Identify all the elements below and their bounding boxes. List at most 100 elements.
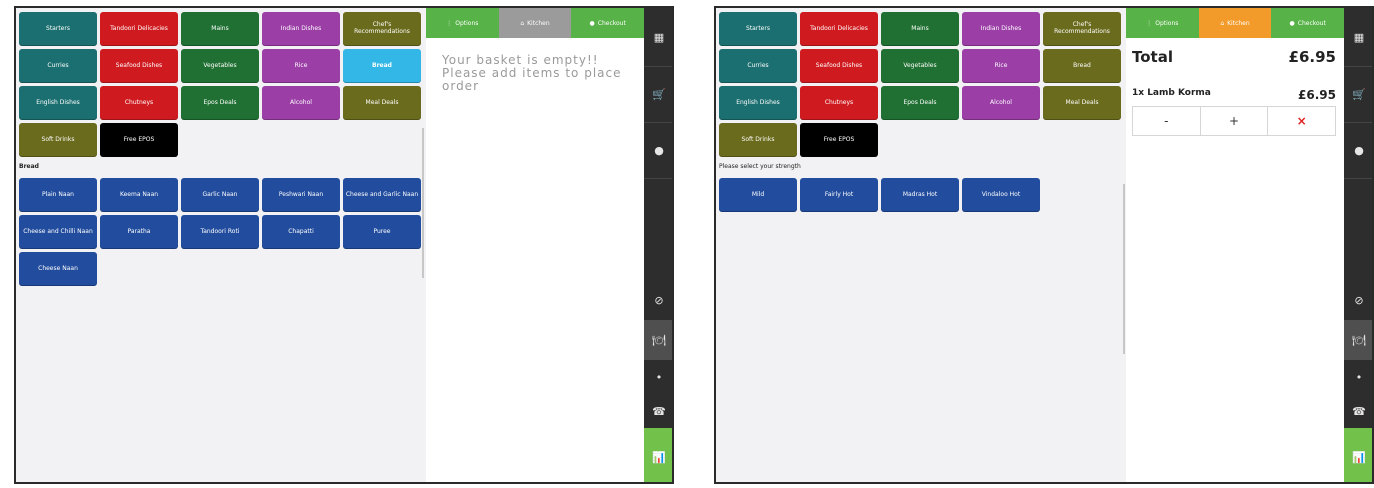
basket-tabs: ⋮ Options ⌂ Kitchen ● Checkout	[1126, 8, 1345, 38]
basket-panel: ⋮ Options ⌂ Kitchen ● Checkout Total £6.95 …	[1126, 8, 1345, 482]
phone-icon[interactable]: ☎	[644, 394, 672, 428]
dot-icon[interactable]: •	[1344, 360, 1372, 394]
dining-icon[interactable]: 🍽	[644, 320, 672, 360]
total-row: Total £6.95	[1126, 38, 1344, 66]
hidden-icon[interactable]: ⊘	[1344, 280, 1372, 320]
category-button-curries[interactable]: Curries	[19, 49, 97, 83]
decrease-quantity-button[interactable]: -	[1133, 107, 1201, 135]
checkout-tab[interactable]: ● Checkout	[571, 8, 645, 38]
record-icon[interactable]: ●	[644, 122, 672, 179]
category-button-alcohol[interactable]: Alcohol	[962, 86, 1040, 120]
kitchen-tab[interactable]: ⌂ Kitchen	[498, 8, 572, 38]
item-button-puree[interactable]: Puree	[343, 215, 421, 249]
menu-panel: Starters Tandoori Delicacies Mains Indian D…	[716, 8, 1126, 482]
category-button-starters[interactable]: Starters	[19, 12, 97, 46]
home-icon: ⌂	[1220, 19, 1225, 27]
dot-icon[interactable]: •	[644, 360, 672, 394]
item-button-paratha[interactable]: Paratha	[100, 215, 178, 249]
category-button-epos-deals[interactable]: Epos Deals	[881, 86, 959, 120]
quantity-controls: - + ×	[1132, 106, 1336, 136]
options-tab[interactable]: ⋮ Options	[426, 8, 499, 38]
category-button-bread[interactable]: Bread	[1043, 49, 1121, 83]
item-button-plain-naan[interactable]: Plain Naan	[19, 178, 97, 212]
category-button-chef-s-recommendations[interactable]: Chef's Recommendations	[1043, 12, 1121, 46]
options-icon: ⋮	[1146, 19, 1153, 27]
category-button-rice[interactable]: Rice	[262, 49, 340, 83]
item-button-peshwari-naan[interactable]: Peshwari Naan	[262, 178, 340, 212]
basket-tabs: ⋮ Options ⌂ Kitchen ● Checkout	[426, 8, 645, 38]
line-item-name: 1x Lamb Korma	[1132, 88, 1211, 98]
options-tab[interactable]: ⋮ Options	[1126, 8, 1199, 38]
chart-icon[interactable]: 📊	[1344, 428, 1372, 482]
check-circle-icon: ●	[1289, 19, 1295, 27]
scroll-divider[interactable]	[1123, 184, 1125, 354]
item-button-cheese-and-garlic-naan[interactable]: Cheese and Garlic Naan	[343, 178, 421, 212]
category-button-tandoori-delicacies[interactable]: Tandoori Delicacies	[100, 12, 178, 46]
chart-icon[interactable]: 📊	[644, 428, 672, 482]
strength-prompt: Please select your strength	[719, 163, 801, 170]
checkout-tab[interactable]: ● Checkout	[1271, 8, 1345, 38]
category-button-chutneys[interactable]: Chutneys	[800, 86, 878, 120]
category-button-chutneys[interactable]: Chutneys	[100, 86, 178, 120]
total-value: £6.95	[1288, 48, 1336, 66]
item-button-cheese-and-chilli-naan[interactable]: Cheese and Chilli Naan	[19, 215, 97, 249]
options-icon: ⋮	[446, 19, 453, 27]
category-button-english-dishes[interactable]: English Dishes	[719, 86, 797, 120]
remove-item-button[interactable]: ×	[1268, 107, 1335, 135]
record-icon[interactable]: ●	[1344, 122, 1372, 179]
category-button-soft-drinks[interactable]: Soft Drinks	[19, 123, 97, 157]
cart-icon[interactable]: 🛒	[644, 66, 672, 123]
category-button-rice[interactable]: Rice	[962, 49, 1040, 83]
grid-icon[interactable]: ▦	[1344, 8, 1372, 67]
category-button-curries[interactable]: Curries	[719, 49, 797, 83]
empty-basket-message: Your basket is empty!! Please add items …	[442, 53, 622, 94]
category-button-epos-deals[interactable]: Epos Deals	[181, 86, 259, 120]
hidden-icon[interactable]: ⊘	[644, 280, 672, 320]
strength-button-vindaloo-hot[interactable]: Vindaloo Hot	[962, 178, 1040, 212]
strength-button-madras-hot[interactable]: Madras Hot	[881, 178, 959, 212]
scroll-divider[interactable]	[422, 128, 424, 278]
home-icon: ⌂	[520, 19, 525, 27]
category-button-indian-dishes[interactable]: Indian Dishes	[962, 12, 1040, 46]
menu-panel: Starters Tandoori Delicacies Mains Indian D…	[16, 8, 426, 482]
item-button-garlic-naan[interactable]: Garlic Naan	[181, 178, 259, 212]
category-button-starters[interactable]: Starters	[719, 12, 797, 46]
category-button-alcohol[interactable]: Alcohol	[262, 86, 340, 120]
section-label: Bread	[19, 163, 39, 170]
item-button-chapatti[interactable]: Chapatti	[262, 215, 340, 249]
category-button-seafood-dishes[interactable]: Seafood Dishes	[100, 49, 178, 83]
category-button-seafood-dishes[interactable]: Seafood Dishes	[800, 49, 878, 83]
category-button-vegetables[interactable]: Vegetables	[181, 49, 259, 83]
dining-icon[interactable]: 🍽	[1344, 320, 1372, 360]
category-button-chef-s-recommendations[interactable]: Chef's Recommendations	[343, 12, 421, 46]
pos-screen-empty-basket: Starters Tandoori Delicacies Mains Indian D…	[14, 6, 674, 484]
category-button-free-epos[interactable]: Free EPOS	[800, 123, 878, 157]
basket-line-item[interactable]: 1x Lamb Korma £6.95	[1126, 66, 1344, 102]
category-button-indian-dishes[interactable]: Indian Dishes	[262, 12, 340, 46]
category-button-meal-deals[interactable]: Meal Deals	[343, 86, 421, 120]
category-button-meal-deals[interactable]: Meal Deals	[1043, 86, 1121, 120]
category-button-free-epos[interactable]: Free EPOS	[100, 123, 178, 157]
category-button-soft-drinks[interactable]: Soft Drinks	[719, 123, 797, 157]
grid-icon[interactable]: ▦	[644, 8, 672, 67]
category-button-mains[interactable]: Mains	[881, 12, 959, 46]
category-button-bread[interactable]: Bread	[343, 49, 421, 83]
strength-button-mild[interactable]: Mild	[719, 178, 797, 212]
pos-screen-with-item: Starters Tandoori Delicacies Mains Indian D…	[714, 6, 1374, 484]
category-button-vegetables[interactable]: Vegetables	[881, 49, 959, 83]
item-button-cheese-naan[interactable]: Cheese Naan	[19, 252, 97, 286]
phone-icon[interactable]: ☎	[1344, 394, 1372, 428]
strength-button-fairly-hot[interactable]: Fairly Hot	[800, 178, 878, 212]
item-button-keema-naan[interactable]: Keema Naan	[100, 178, 178, 212]
increase-quantity-button[interactable]: +	[1201, 107, 1269, 135]
kitchen-tab[interactable]: ⌂ Kitchen	[1198, 8, 1272, 38]
category-button-mains[interactable]: Mains	[181, 12, 259, 46]
line-item-price: £6.95	[1298, 88, 1336, 102]
item-button-tandoori-roti[interactable]: Tandoori Roti	[181, 215, 259, 249]
strength-grid: Mild Fairly Hot Madras Hot Vindaloo Hot	[719, 178, 1121, 212]
sidebar: ▦ 🛒 ● ⊘ 🍽 • ☎ 📊	[644, 8, 672, 482]
cart-icon[interactable]: 🛒	[1344, 66, 1372, 123]
category-grid: Starters Tandoori Delicacies Mains Indian D…	[719, 12, 1121, 157]
category-button-english-dishes[interactable]: English Dishes	[19, 86, 97, 120]
category-button-tandoori-delicacies[interactable]: Tandoori Delicacies	[800, 12, 878, 46]
